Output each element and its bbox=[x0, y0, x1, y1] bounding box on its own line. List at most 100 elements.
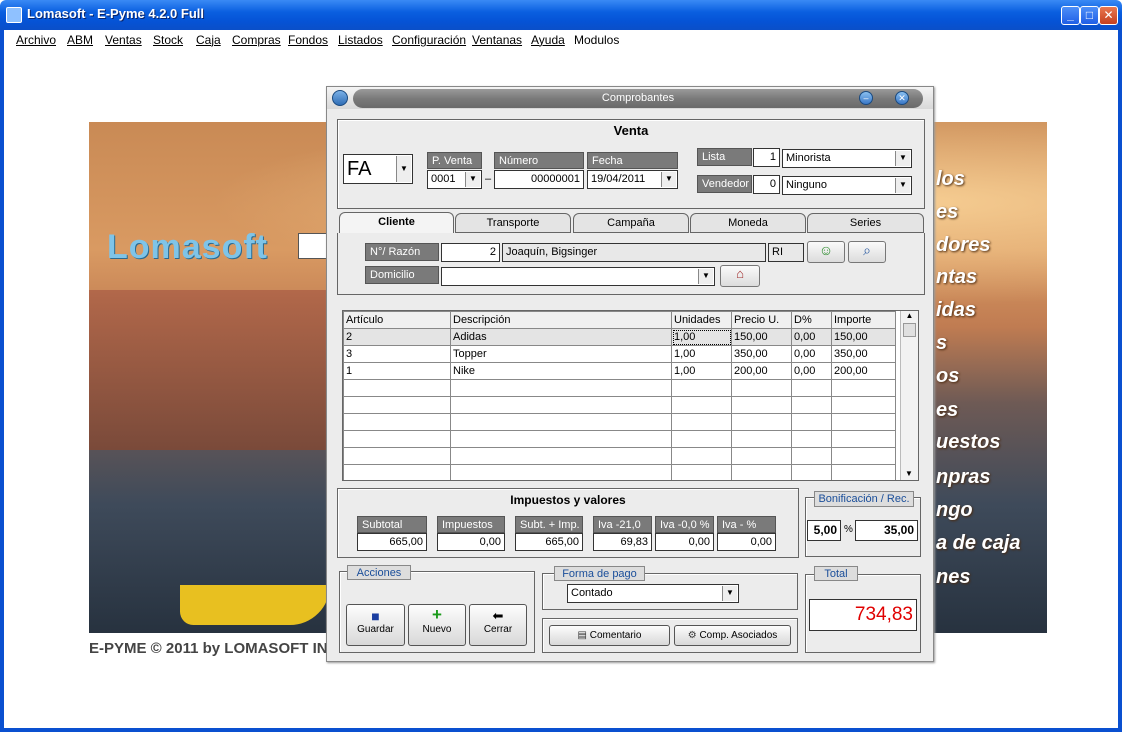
cell-articulo[interactable]: 2 bbox=[343, 328, 451, 346]
col-header[interactable]: Precio U. bbox=[731, 311, 792, 329]
menu-compras[interactable]: Compras bbox=[232, 33, 281, 47]
vendedor-number[interactable]: 0 bbox=[753, 175, 780, 194]
lista-select[interactable]: Minorista ▼ bbox=[782, 149, 912, 168]
menu-stock[interactable]: Stock bbox=[153, 33, 183, 47]
doc-type-select[interactable]: FA ▼ bbox=[343, 154, 413, 184]
dialog-menu-icon[interactable] bbox=[332, 90, 348, 106]
cell-descripcion[interactable]: Adidas bbox=[450, 328, 672, 346]
col-header[interactable]: Importe bbox=[831, 311, 896, 329]
numero-field[interactable]: 00000001 bbox=[494, 170, 584, 189]
menu-modulos[interactable]: Modulos bbox=[574, 33, 619, 47]
chevron-down-icon[interactable]: ▼ bbox=[895, 151, 910, 166]
menu-abm[interactable]: ABM bbox=[67, 33, 93, 47]
scroll-down-icon[interactable]: ▼ bbox=[901, 469, 917, 478]
cell-descripcion[interactable]: Nike bbox=[450, 362, 672, 380]
cerrar-button[interactable]: ⬅ Cerrar bbox=[469, 604, 527, 646]
bonif-percent[interactable]: 5,00 bbox=[807, 520, 841, 541]
items-grid: Artículo Descripción Unidades Precio U. … bbox=[342, 310, 919, 481]
cell-unidades[interactable]: 1,00 bbox=[671, 328, 732, 346]
minimize-button[interactable]: _ bbox=[1061, 6, 1080, 25]
fecha-field[interactable]: 19/04/2011 ▼ bbox=[587, 170, 678, 189]
maximize-button[interactable]: □ bbox=[1080, 6, 1099, 25]
col-header[interactable]: D% bbox=[791, 311, 832, 329]
tab-moneda[interactable]: Moneda bbox=[690, 213, 806, 233]
lista-number[interactable]: 1 bbox=[753, 148, 780, 167]
items-table: Artículo Descripción Unidades Precio U. … bbox=[343, 311, 896, 480]
tab-campana[interactable]: Campaña bbox=[573, 213, 689, 233]
cell-articulo[interactable]: 1 bbox=[343, 362, 451, 380]
scroll-thumb[interactable] bbox=[903, 323, 916, 337]
comp-asociados-button[interactable]: ⚙ Comp. Asociados bbox=[674, 625, 791, 646]
tab-cliente[interactable]: Cliente bbox=[339, 212, 454, 234]
menu-caja[interactable]: Caja bbox=[196, 33, 221, 47]
nuevo-button[interactable]: + Nuevo bbox=[408, 604, 466, 646]
col-header[interactable]: Unidades bbox=[671, 311, 732, 329]
chevron-down-icon[interactable]: ▼ bbox=[722, 586, 737, 601]
menu-ayuda[interactable]: Ayuda bbox=[531, 33, 565, 47]
dialog-title: Comprobantes bbox=[353, 89, 923, 108]
link-icon: ⚙ bbox=[687, 630, 700, 641]
comentario-label: Comentario bbox=[589, 630, 642, 641]
cell-articulo[interactable]: 3 bbox=[343, 345, 451, 363]
cell-importe[interactable]: 200,00 bbox=[831, 362, 896, 380]
bg-text: dores bbox=[936, 234, 991, 256]
scroll-up-icon[interactable]: ▲ bbox=[901, 311, 918, 320]
cell-descuento[interactable]: 0,00 bbox=[791, 328, 832, 346]
grid-scrollbar[interactable]: ▲ ▼ bbox=[900, 311, 918, 480]
guardar-label: Guardar bbox=[357, 624, 394, 635]
client-number[interactable]: 2 bbox=[441, 243, 500, 262]
empty-row[interactable] bbox=[343, 464, 896, 480]
nuevo-label: Nuevo bbox=[422, 624, 452, 635]
copyright-footer: E-PYME © 2011 by LOMASOFT IN bbox=[89, 640, 328, 657]
add-client-icon[interactable]: ☺ bbox=[807, 241, 845, 263]
cell-descripcion[interactable]: Topper bbox=[450, 345, 672, 363]
cell-descuento[interactable]: 0,00 bbox=[791, 345, 832, 363]
guardar-button[interactable]: ■ Guardar bbox=[346, 604, 405, 646]
menu-fondos[interactable]: Fondos bbox=[288, 33, 328, 47]
col-header[interactable]: Descripción bbox=[450, 311, 672, 329]
cell-unidades[interactable]: 1,00 bbox=[671, 345, 732, 363]
bonif-amount[interactable]: 35,00 bbox=[855, 520, 918, 541]
cell-precio[interactable]: 150,00 bbox=[731, 328, 792, 346]
cell-precio[interactable]: 200,00 bbox=[731, 362, 792, 380]
chevron-down-icon[interactable]: ▼ bbox=[698, 269, 713, 284]
menu-listados[interactable]: Listados bbox=[338, 33, 383, 47]
menu-archivo[interactable]: Archivo bbox=[16, 33, 56, 47]
dialog-close-icon[interactable]: ✕ bbox=[895, 91, 909, 105]
pago-select[interactable]: Contado ▼ bbox=[567, 584, 739, 603]
tab-transporte[interactable]: Transporte bbox=[455, 213, 571, 233]
chevron-down-icon[interactable]: ▼ bbox=[396, 156, 411, 182]
cell-descuento[interactable]: 0,00 bbox=[791, 362, 832, 380]
empty-row[interactable] bbox=[343, 396, 896, 414]
domicilio-select[interactable]: ▼ bbox=[441, 267, 715, 286]
empty-row[interactable] bbox=[343, 447, 896, 465]
dialog-minimize-icon[interactable]: – bbox=[859, 91, 873, 105]
chevron-down-icon[interactable]: ▼ bbox=[465, 172, 480, 187]
pventa-select[interactable]: 0001 ▼ bbox=[427, 170, 482, 189]
exit-icon: ⬅ bbox=[492, 608, 504, 623]
empty-row[interactable] bbox=[343, 379, 896, 397]
chevron-down-icon[interactable]: ▼ bbox=[895, 178, 910, 193]
table-row[interactable]: 1 Nike 1,00 200,00 0,00 200,00 bbox=[343, 362, 896, 380]
chevron-down-icon[interactable]: ▼ bbox=[661, 172, 676, 187]
empty-row[interactable] bbox=[343, 413, 896, 431]
bg-text: los bbox=[936, 168, 965, 190]
add-address-icon[interactable]: ⌂ bbox=[720, 265, 760, 287]
cell-importe[interactable]: 150,00 bbox=[831, 328, 896, 346]
cell-unidades[interactable]: 1,00 bbox=[671, 362, 732, 380]
menu-ventanas[interactable]: Ventanas bbox=[472, 33, 522, 47]
col-header[interactable]: Artículo bbox=[343, 311, 451, 329]
search-icon[interactable]: ⌕ bbox=[848, 241, 886, 263]
table-row[interactable]: 3 Topper 1,00 350,00 0,00 350,00 bbox=[343, 345, 896, 363]
comentario-button[interactable]: ▤ Comentario bbox=[549, 625, 670, 646]
tab-series[interactable]: Series bbox=[807, 213, 924, 233]
vendedor-select[interactable]: Ninguno ▼ bbox=[782, 176, 912, 195]
menu-configuracion[interactable]: Configuración bbox=[392, 33, 466, 47]
menu-ventas[interactable]: Ventas bbox=[105, 33, 142, 47]
app-icon[interactable] bbox=[6, 7, 22, 23]
cell-importe[interactable]: 350,00 bbox=[831, 345, 896, 363]
table-row[interactable]: 2 Adidas 1,00 150,00 0,00 150,00 bbox=[343, 328, 896, 346]
close-button[interactable]: ✕ bbox=[1099, 6, 1118, 25]
cell-precio[interactable]: 350,00 bbox=[731, 345, 792, 363]
empty-row[interactable] bbox=[343, 430, 896, 448]
